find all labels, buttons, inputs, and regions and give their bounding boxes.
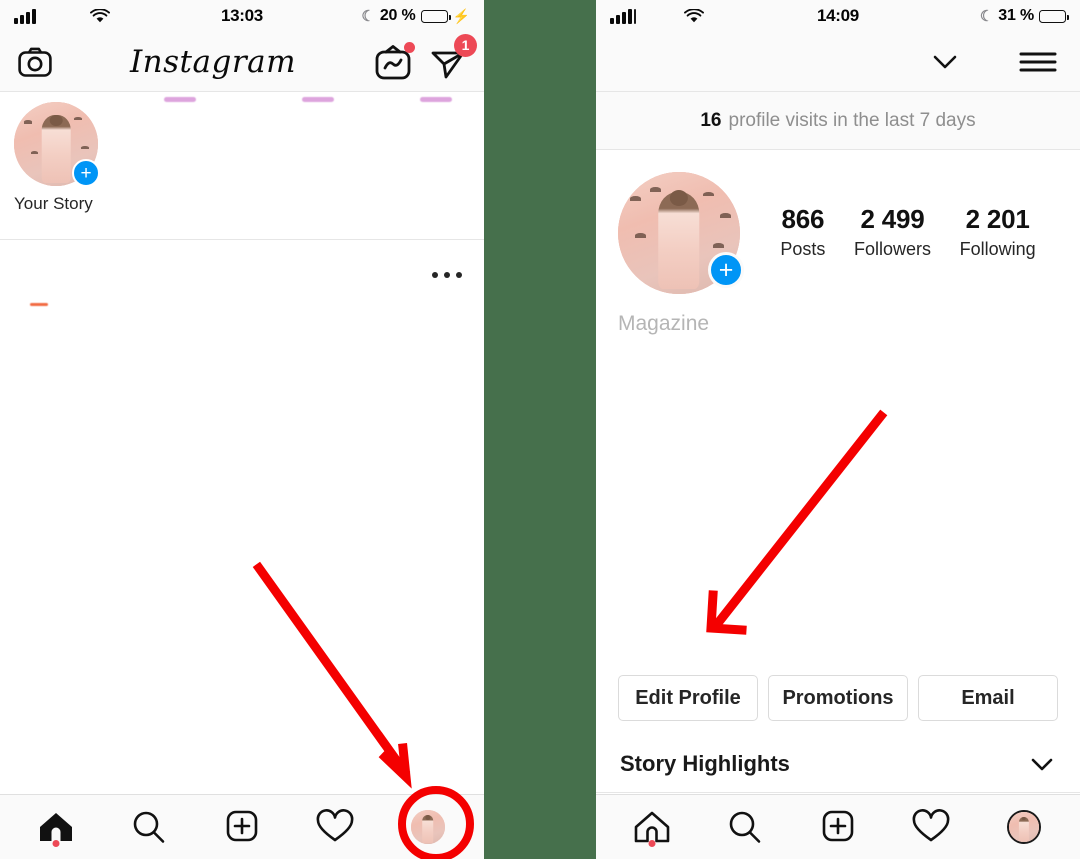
- left-battery-percent: 20 %: [379, 7, 416, 24]
- battery-icon: [1038, 9, 1069, 23]
- igtv-icon[interactable]: [374, 41, 415, 80]
- profile-top-bar: [596, 32, 1080, 92]
- post-loading-placeholder: [30, 303, 48, 306]
- stat-followers[interactable]: 2 499 Followers: [854, 204, 931, 260]
- stat-label: Posts: [780, 239, 826, 259]
- nav-item-search[interactable]: [715, 802, 775, 852]
- ellipsis-icon[interactable]: [432, 272, 462, 278]
- search-icon: [133, 811, 165, 843]
- promotions-button[interactable]: Promotions: [768, 675, 908, 721]
- lightning-bolt-icon: ⚡: [452, 8, 470, 24]
- right-status-bar: 14:09 ☾ 31 %: [596, 0, 1080, 32]
- heart-icon: [316, 809, 354, 842]
- nav-item-search[interactable]: [119, 802, 179, 852]
- left-phone-screen: 13:03 ☾ 20 % ⚡ Instagram 1 + Your Story: [0, 0, 484, 859]
- nav-item-create[interactable]: [808, 802, 868, 852]
- moon-icon: ☾: [979, 7, 994, 25]
- right-status-time: 14:09: [816, 6, 859, 25]
- profile-visits-bar[interactable]: 16 profile visits in the last 7 days: [596, 92, 1080, 150]
- profile-visits-text: profile visits in the last 7 days: [728, 109, 976, 131]
- profile-visits-count: 16: [700, 109, 722, 131]
- plus-square-icon: [822, 810, 854, 842]
- edit-profile-button[interactable]: Edit Profile: [618, 675, 758, 721]
- avatar: [410, 810, 445, 844]
- profile-avatar[interactable]: +: [618, 172, 744, 294]
- screenshot-root: 13:03 ☾ 20 % ⚡ Instagram 1 + Your Story …: [0, 0, 1080, 859]
- email-button[interactable]: Email: [918, 675, 1058, 721]
- story-highlights-section[interactable]: Story Highlights: [596, 735, 1080, 793]
- home-notification-dot: [52, 840, 60, 847]
- hamburger-menu-icon[interactable]: [1018, 47, 1058, 77]
- igtv-notification-dot: [403, 41, 415, 53]
- direct-messages-icon[interactable]: 1: [430, 33, 477, 80]
- profile-stats: 866 Posts 2 499 Followers 2 201 Followin…: [740, 172, 1058, 260]
- wifi-icon: [684, 8, 704, 22]
- red-arrow-pointing-to-edit-profile: [706, 409, 888, 635]
- stat-posts[interactable]: 866 Posts: [780, 204, 825, 260]
- story-placeholder-dash: [302, 97, 334, 102]
- stat-value: 2 201: [965, 204, 1030, 234]
- story-placeholder-dash: [420, 97, 452, 102]
- your-story-item[interactable]: + Your Story: [14, 102, 100, 214]
- nav-item-activity[interactable]: [901, 802, 961, 852]
- profile-bio: Magazine: [596, 294, 1080, 336]
- chevron-down-icon[interactable]: [928, 51, 962, 73]
- moon-icon: ☾: [361, 7, 375, 25]
- feed-post: [0, 240, 484, 859]
- avatar: [1006, 810, 1041, 844]
- instagram-logo: Instagram: [129, 43, 297, 80]
- add-story-plus-icon[interactable]: +: [72, 159, 100, 187]
- story-highlights-title: Story Highlights: [620, 750, 790, 776]
- left-status-time: 13:03: [220, 6, 263, 25]
- nav-item-home[interactable]: [26, 802, 86, 852]
- direct-messages-badge: 1: [453, 33, 477, 57]
- story-tray: + Your Story: [0, 92, 484, 240]
- nav-item-activity[interactable]: [305, 802, 365, 852]
- story-placeholder-dash: [164, 97, 196, 102]
- left-status-bar: 13:03 ☾ 20 % ⚡: [0, 0, 484, 32]
- nav-item-profile[interactable]: [398, 802, 458, 852]
- stat-value: 866: [781, 204, 825, 234]
- cellular-signal-icon: [610, 8, 636, 24]
- add-story-plus-icon[interactable]: +: [708, 252, 744, 288]
- stat-label: Followers: [853, 239, 931, 259]
- stat-value: 2 499: [860, 204, 925, 234]
- profile-action-buttons: Edit Profile Promotions Email: [596, 675, 1080, 721]
- bio-text: Magazine: [618, 312, 710, 335]
- plus-square-icon: [226, 810, 258, 842]
- stat-following[interactable]: 2 201 Following: [960, 204, 1036, 260]
- cellular-signal-icon: [14, 8, 36, 24]
- wifi-icon: [90, 8, 110, 22]
- left-bottom-nav: [0, 794, 484, 859]
- nav-item-profile[interactable]: [994, 802, 1054, 852]
- nav-item-create[interactable]: [212, 802, 272, 852]
- search-icon: [729, 811, 761, 843]
- stat-label: Following: [959, 239, 1036, 259]
- nav-item-home[interactable]: [622, 802, 682, 852]
- instagram-top-bar: Instagram 1: [0, 32, 484, 92]
- camera-icon[interactable]: [18, 47, 52, 77]
- right-phone-screen: 14:09 ☾ 31 % 16 profile visits in the la…: [596, 0, 1080, 859]
- heart-icon: [912, 809, 950, 842]
- right-battery-percent: 31 %: [998, 7, 1034, 24]
- your-story-label: Your Story: [14, 194, 93, 213]
- background-divider: [484, 0, 596, 859]
- chevron-down-icon[interactable]: [1028, 755, 1056, 773]
- profile-summary: + 866 Posts 2 499 Followers 2 201 Follow…: [596, 150, 1080, 294]
- right-bottom-nav: [596, 794, 1080, 859]
- battery-icon: [420, 9, 451, 23]
- home-notification-dot: [648, 840, 656, 847]
